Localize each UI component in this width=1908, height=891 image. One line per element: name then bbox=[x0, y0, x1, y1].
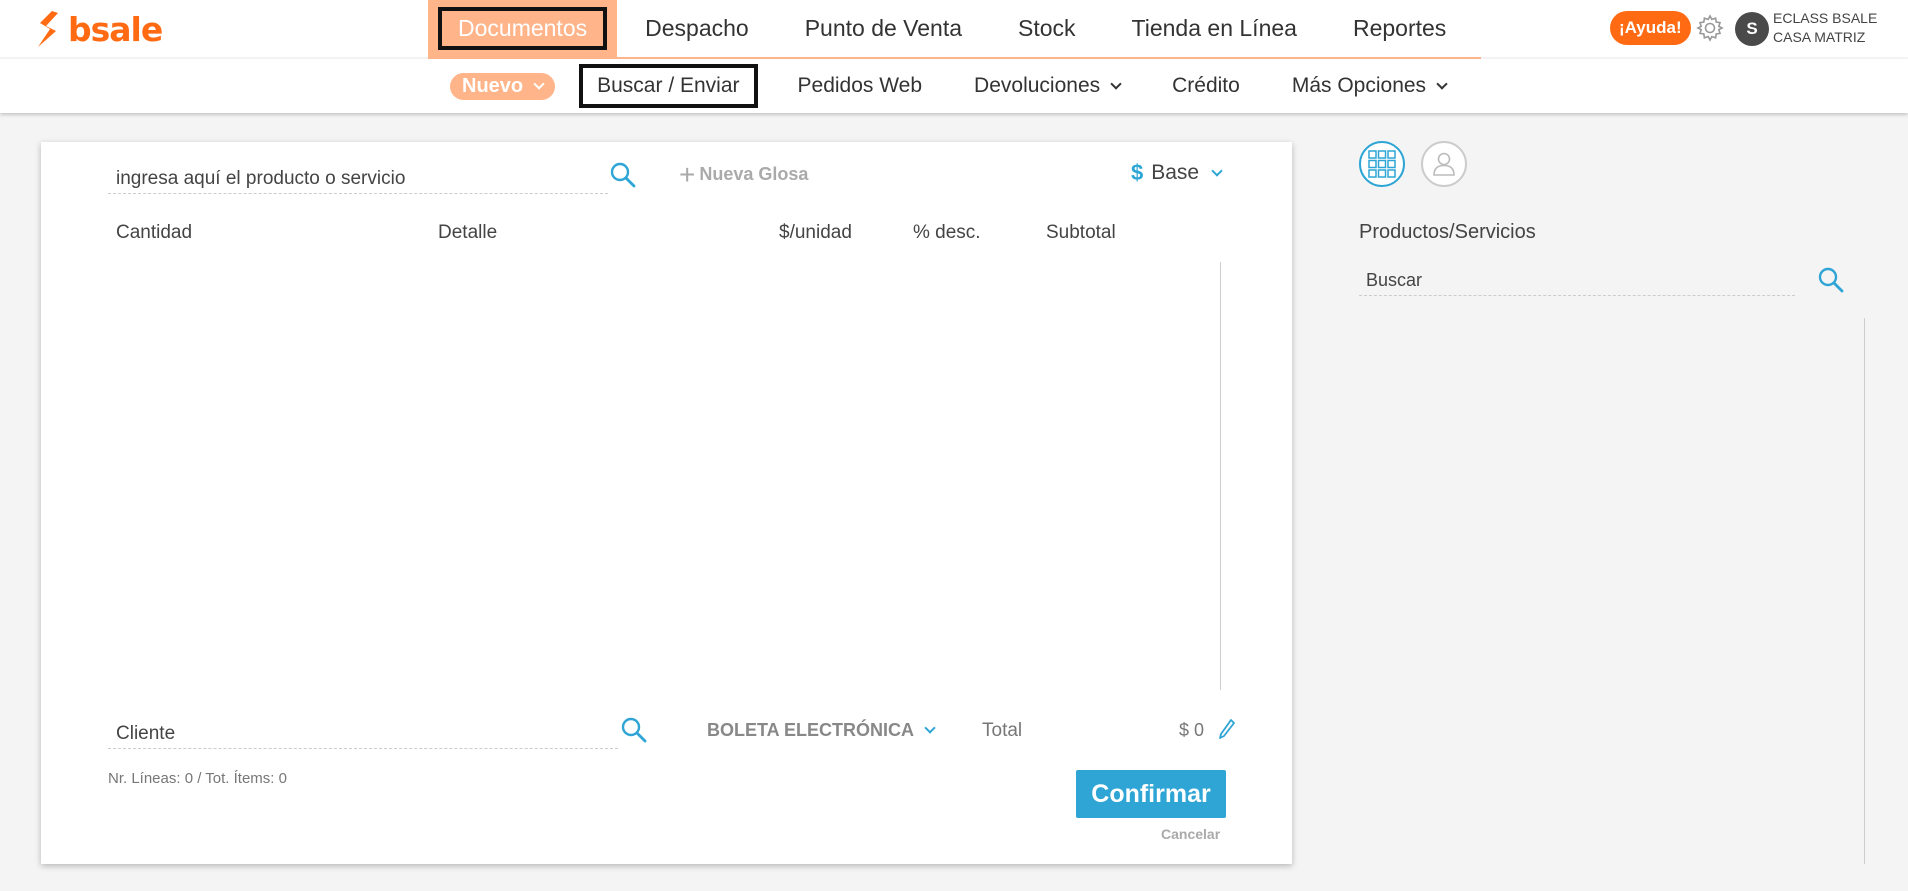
price-list-label: Base bbox=[1151, 161, 1200, 184]
subnav-label: Más Opciones bbox=[1291, 74, 1427, 97]
chevron-down-icon bbox=[924, 722, 936, 734]
column-header: % desc. bbox=[913, 222, 981, 243]
subnav-pedidos-web[interactable]: Pedidos Web bbox=[772, 74, 949, 98]
subnav-label: Pedidos Web bbox=[797, 74, 923, 97]
nav-label: Documentos bbox=[438, 7, 608, 50]
document-card: ingresa aquí el producto o servicio + Nu… bbox=[41, 142, 1292, 864]
plus-icon: + bbox=[679, 158, 696, 190]
document-type-label: BOLETA ELECTRÓNICA bbox=[707, 720, 914, 740]
bsale-logo[interactable]: bsale bbox=[32, 8, 163, 50]
table-header: Cantidad Detalle $/unidad % desc. Subtot… bbox=[41, 222, 1292, 252]
nav-tienda-en-linea[interactable]: Tienda en Línea bbox=[1104, 0, 1325, 57]
main-nav: Documentos Despacho Punto de Venta Stock… bbox=[428, 0, 1474, 57]
grid-view-button[interactable] bbox=[1359, 141, 1405, 187]
side-panel-search-input[interactable]: Buscar bbox=[1359, 266, 1795, 296]
dollar-icon: $ bbox=[1131, 160, 1144, 185]
nav-label: Tienda en Línea bbox=[1131, 15, 1297, 41]
side-panel-scrollbar[interactable] bbox=[1864, 318, 1865, 864]
column-header: Subtotal bbox=[1046, 222, 1116, 243]
subnav-credito[interactable]: Crédito bbox=[1146, 74, 1266, 98]
product-search-input[interactable]: ingresa aquí el producto o servicio bbox=[108, 162, 608, 194]
nav-label: Despacho bbox=[645, 15, 749, 41]
user-info[interactable]: ECLASS BSALE CASA MATRIZ bbox=[1773, 9, 1877, 47]
gear-icon[interactable] bbox=[1695, 13, 1725, 43]
subnav-devoluciones[interactable]: Devoluciones bbox=[948, 74, 1146, 98]
column-header: Cantidad bbox=[116, 222, 193, 243]
user-avatar[interactable]: S bbox=[1735, 12, 1769, 46]
new-gloss-label: Nueva Glosa bbox=[699, 164, 809, 184]
total-value: $ 0 bbox=[1179, 720, 1205, 740]
top-bar: bsale Documentos Despacho Punto de Venta… bbox=[0, 0, 1908, 57]
chevron-down-icon bbox=[1436, 77, 1448, 90]
nav-label: Reportes bbox=[1352, 15, 1447, 41]
nav-reportes[interactable]: Reportes bbox=[1325, 0, 1474, 57]
nav-despacho[interactable]: Despacho bbox=[617, 0, 777, 57]
user-branch: CASA MATRIZ bbox=[1773, 29, 1866, 45]
user-icon bbox=[1433, 152, 1455, 176]
new-gloss-button[interactable]: + Nueva Glosa bbox=[679, 158, 809, 190]
subnav-label: Crédito bbox=[1172, 74, 1240, 97]
column-header: Detalle bbox=[438, 222, 498, 243]
sub-nav: Nuevo Buscar / Enviar Pedidos Web Devolu… bbox=[0, 59, 1908, 113]
help-button[interactable]: ¡Ayuda! bbox=[1610, 11, 1691, 45]
chevron-down-icon bbox=[533, 77, 545, 90]
logo-text: bsale bbox=[68, 9, 163, 49]
search-icon[interactable] bbox=[619, 715, 649, 745]
document-type-selector[interactable]: BOLETA ELECTRÓNICA bbox=[707, 720, 936, 741]
nav-punto-de-venta[interactable]: Punto de Venta bbox=[777, 0, 990, 57]
cancel-link[interactable]: Cancelar bbox=[1161, 826, 1220, 842]
user-name: ECLASS BSALE bbox=[1773, 10, 1878, 26]
subnav-label: Devoluciones bbox=[974, 74, 1101, 97]
nav-label: Stock bbox=[1018, 15, 1076, 41]
chevron-down-icon bbox=[1110, 77, 1122, 90]
bsale-logo-icon bbox=[38, 11, 58, 47]
subnav-mas-opciones[interactable]: Más Opciones bbox=[1266, 74, 1472, 98]
price-list-selector[interactable]: $ Base bbox=[1131, 160, 1223, 186]
side-panel-title: Productos/Servicios bbox=[1359, 221, 1536, 243]
subnav-label: Buscar / Enviar bbox=[597, 74, 740, 97]
client-input[interactable]: Cliente bbox=[108, 717, 618, 749]
grid-icon bbox=[1368, 150, 1396, 178]
nav-stock[interactable]: Stock bbox=[990, 0, 1104, 57]
nav-documentos[interactable]: Documentos bbox=[428, 0, 618, 57]
scrollbar-track[interactable] bbox=[1220, 262, 1221, 690]
search-icon[interactable] bbox=[1816, 265, 1846, 295]
confirm-button[interactable]: Confirmar bbox=[1076, 770, 1226, 818]
chevron-down-icon bbox=[1211, 164, 1223, 177]
line-item-stats: Nr. Líneas: 0 / Tot. Ítems: 0 bbox=[108, 770, 287, 787]
subnav-label: Nuevo bbox=[462, 74, 524, 97]
nav-label: Punto de Venta bbox=[804, 15, 963, 41]
client-view-button[interactable] bbox=[1421, 141, 1467, 187]
subnav-nuevo[interactable]: Nuevo bbox=[450, 72, 556, 100]
total-label: Total bbox=[982, 720, 1023, 741]
search-icon[interactable] bbox=[608, 160, 638, 190]
column-header: $/unidad bbox=[779, 222, 852, 243]
pencil-icon[interactable] bbox=[1217, 717, 1237, 741]
subnav-buscar-enviar[interactable]: Buscar / Enviar bbox=[579, 64, 758, 108]
